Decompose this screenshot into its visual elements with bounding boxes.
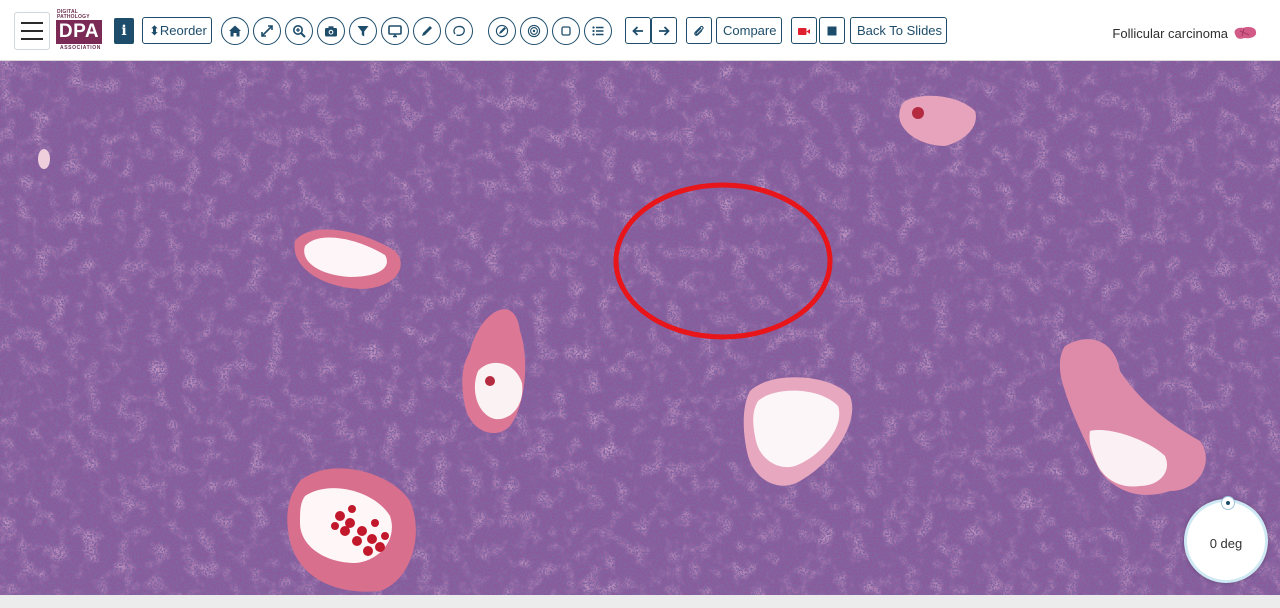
monitor-icon bbox=[388, 25, 402, 38]
reorder-button[interactable]: ⬍Reorder bbox=[142, 17, 212, 44]
logo-top-text: DIGITAL PATHOLOGY bbox=[57, 9, 90, 20]
stop-icon bbox=[827, 26, 837, 35]
rectangle-tool-button[interactable] bbox=[552, 17, 580, 45]
home-icon bbox=[229, 25, 241, 37]
target-icon bbox=[527, 24, 541, 38]
rotation-degrees: 0 deg bbox=[1209, 536, 1243, 551]
bottom-strip bbox=[0, 595, 1280, 608]
camera-icon bbox=[325, 26, 337, 37]
logo-bottom-text: ASSOCIATION bbox=[60, 45, 101, 51]
slide-title: Follicular carcinoma bbox=[1112, 26, 1228, 41]
circle-tool-button[interactable] bbox=[520, 17, 548, 45]
square-icon bbox=[561, 26, 571, 36]
info-button[interactable]: i bbox=[114, 18, 134, 44]
rotation-handle[interactable] bbox=[1221, 496, 1235, 510]
pencil-icon bbox=[422, 26, 432, 36]
dpa-logo: DIGITAL PATHOLOGY DPA ASSOCIATION bbox=[56, 9, 104, 51]
paperclip-icon bbox=[694, 25, 704, 36]
hamburger-menu-button[interactable] bbox=[14, 12, 50, 50]
pen-circle-icon bbox=[495, 24, 509, 38]
arrow-right-icon bbox=[659, 25, 670, 36]
home-button[interactable] bbox=[221, 17, 249, 45]
fullscreen-button[interactable] bbox=[253, 17, 281, 45]
attachment-button[interactable] bbox=[686, 17, 712, 44]
rotation-control[interactable]: 0 deg bbox=[1184, 496, 1268, 583]
freehand-button[interactable] bbox=[445, 17, 473, 45]
next-slide-button[interactable] bbox=[651, 17, 677, 44]
slide-thumbnail[interactable] bbox=[1232, 25, 1258, 41]
lasso-icon bbox=[453, 25, 465, 37]
filter-button[interactable] bbox=[349, 17, 377, 45]
slide-viewer[interactable] bbox=[0, 61, 1280, 595]
compare-button[interactable]: Compare bbox=[716, 17, 782, 44]
toolbar: DIGITAL PATHOLOGY DPA ASSOCIATION i ⬍Reo… bbox=[0, 0, 1280, 61]
zoom-button[interactable] bbox=[285, 17, 313, 45]
annotation-list-button[interactable] bbox=[584, 17, 612, 45]
tissue-image bbox=[0, 61, 1280, 595]
draw-button[interactable] bbox=[413, 17, 441, 45]
back-to-slides-button[interactable]: Back To Slides bbox=[850, 17, 947, 44]
record-button[interactable] bbox=[791, 17, 817, 44]
presentation-button[interactable] bbox=[381, 17, 409, 45]
logo-main-text: DPA bbox=[56, 20, 102, 44]
video-camera-icon bbox=[798, 27, 810, 35]
small-vessel bbox=[38, 149, 50, 169]
filter-icon bbox=[357, 26, 369, 37]
expand-icon bbox=[261, 25, 273, 37]
zoom-in-icon bbox=[293, 25, 306, 38]
annotate-button[interactable] bbox=[488, 17, 516, 45]
previous-slide-button[interactable] bbox=[625, 17, 651, 44]
arrow-left-icon bbox=[632, 25, 643, 36]
stop-button[interactable] bbox=[819, 17, 845, 44]
list-icon bbox=[592, 26, 604, 36]
snapshot-button[interactable] bbox=[317, 17, 345, 45]
